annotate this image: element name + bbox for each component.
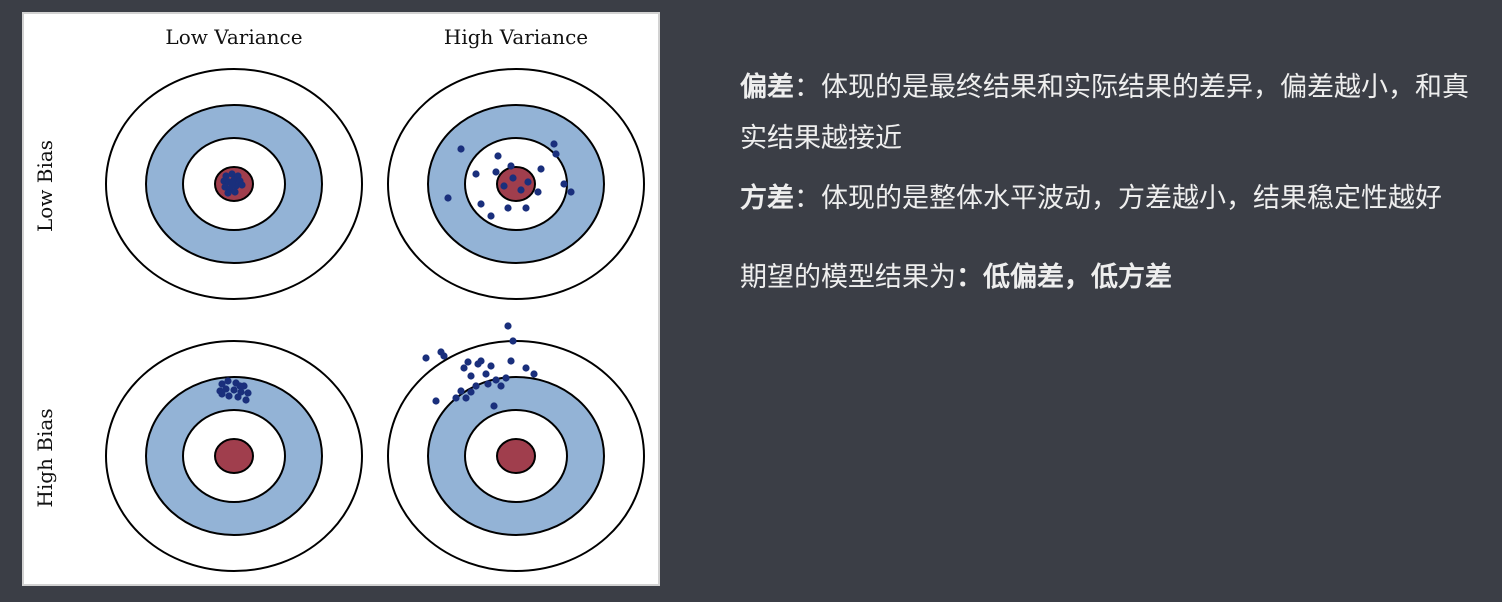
- shot-dot: [484, 380, 492, 388]
- expected-result-label: 期望的模型结果为: [740, 262, 956, 293]
- shot-dot: [494, 152, 502, 160]
- shot-dot: [218, 390, 226, 398]
- shot-dot: [537, 165, 545, 173]
- shot-dot: [462, 394, 470, 402]
- shot-dot: [507, 357, 515, 365]
- bias-definition: 偏差：体现的是最终结果和实际结果的差异，偏差越小，和真实结果越接近: [740, 62, 1485, 164]
- shot-dot: [422, 354, 430, 362]
- shot-dot: [507, 162, 515, 170]
- shot-dot: [560, 180, 568, 188]
- bullseye: [496, 438, 536, 474]
- shot-dot: [457, 387, 465, 395]
- shot-dot: [224, 377, 232, 385]
- shot-dot: [487, 362, 495, 370]
- shot-dot: [460, 364, 468, 372]
- variance-definition: 方差：体现的是整体水平波动，方差越小，结果稳定性越好: [740, 173, 1485, 224]
- bullseye: [214, 438, 254, 474]
- shot-dot: [452, 394, 460, 402]
- shot-dot: [238, 181, 246, 189]
- variance-term: 方差: [740, 183, 794, 214]
- shot-dot: [504, 204, 512, 212]
- shot-dot: [477, 200, 485, 208]
- shot-dot: [477, 357, 485, 365]
- shot-dot: [464, 358, 472, 366]
- shot-dot: [230, 386, 238, 394]
- shot-dot: [500, 182, 508, 190]
- column-label-high-variance: High Variance: [444, 25, 588, 49]
- bias-description: ：体现的是最终结果和实际结果的差异，偏差越小，和真实结果越接近: [740, 72, 1469, 154]
- shot-dot: [467, 372, 475, 380]
- shot-dot: [567, 188, 575, 196]
- shot-dot: [224, 189, 232, 197]
- shot-dot: [552, 150, 560, 158]
- variance-description: ：体现的是整体水平波动，方差越小，结果稳定性越好: [794, 183, 1442, 214]
- target-high-bias-high-variance: [387, 322, 645, 572]
- shot-dot: [467, 388, 475, 396]
- shot-dot: [522, 364, 530, 372]
- shot-dot: [534, 188, 542, 196]
- shot-dot: [242, 396, 250, 404]
- shot-dot: [231, 188, 239, 196]
- bias-variance-figure: Low Variance High Variance Low Bias High…: [22, 12, 660, 586]
- target-low-bias-high-variance: [387, 68, 645, 300]
- expected-result-value: ：低偏差，低方差: [956, 262, 1172, 293]
- explanation-panel: 偏差：体现的是最终结果和实际结果的差异，偏差越小，和真实结果越接近 方差：体现的…: [740, 62, 1485, 303]
- shot-dot: [509, 337, 517, 345]
- target-low-bias-low-variance: [105, 68, 363, 300]
- shot-dot: [244, 389, 252, 397]
- shot-dot: [440, 352, 448, 360]
- shot-dot: [444, 194, 452, 202]
- shot-dot: [472, 170, 480, 178]
- expected-result: 期望的模型结果为：低偏差，低方差: [740, 252, 1485, 303]
- shot-dot: [228, 179, 236, 187]
- shot-dot: [509, 174, 517, 182]
- bias-term: 偏差: [740, 72, 794, 103]
- shot-dot: [502, 374, 510, 382]
- row-label-low-bias: Low Bias: [33, 140, 57, 232]
- shot-dot: [530, 370, 538, 378]
- column-label-low-variance: Low Variance: [165, 25, 302, 49]
- shot-dot: [517, 186, 525, 194]
- shot-dot: [497, 382, 505, 390]
- shot-dot: [492, 168, 500, 176]
- shot-dot: [492, 376, 500, 384]
- row-label-high-bias: High Bias: [33, 408, 57, 507]
- shot-dot: [225, 392, 233, 400]
- shot-dot: [524, 178, 532, 186]
- shot-dot: [522, 204, 530, 212]
- shot-dot: [490, 402, 498, 410]
- dartboard-diagram: Low Variance High Variance Low Bias High…: [33, 25, 645, 572]
- shot-dot: [457, 145, 465, 153]
- shot-dot: [472, 382, 480, 390]
- shot-dot: [234, 393, 242, 401]
- shot-dot: [432, 397, 440, 405]
- target-high-bias-low-variance: [105, 340, 363, 572]
- shot-dot: [236, 382, 244, 390]
- shot-dot: [482, 370, 490, 378]
- shot-dot: [487, 212, 495, 220]
- shot-dot: [550, 140, 558, 148]
- shot-dot: [504, 322, 512, 330]
